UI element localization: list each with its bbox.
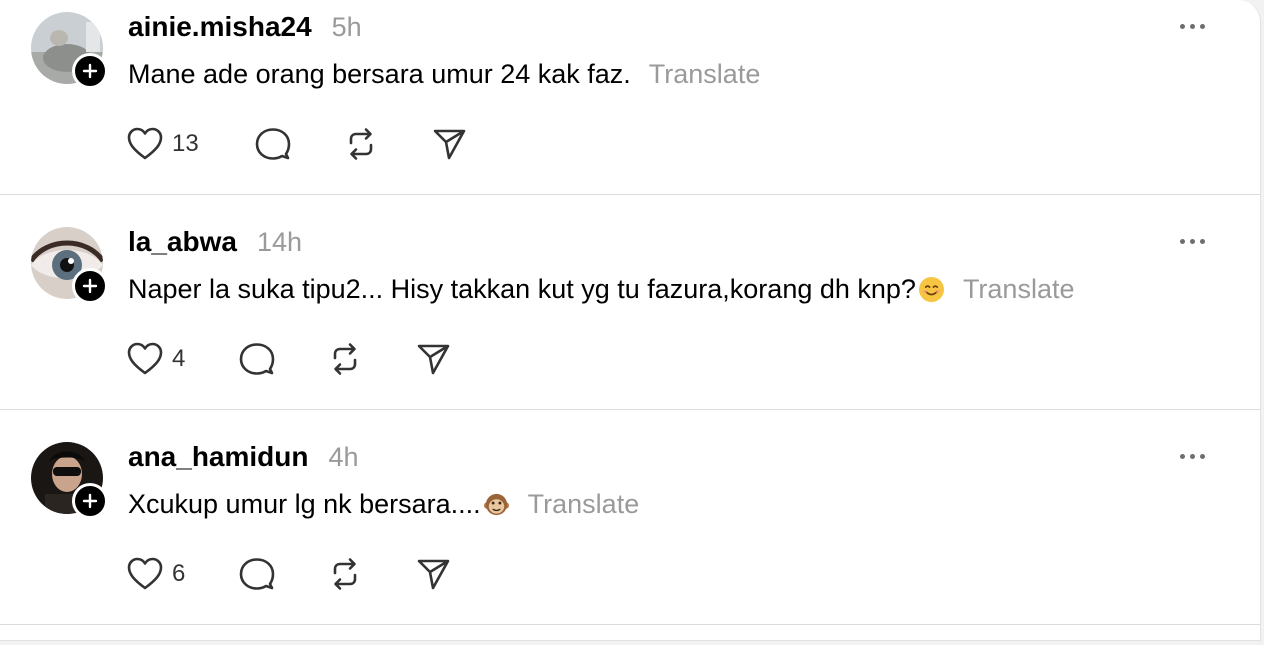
post-text: Xcukup umur lg nk bersara.... Translate (128, 485, 639, 523)
post-header: la_abwa 14h (128, 225, 302, 259)
repost-icon (333, 558, 357, 590)
repost-icon (333, 343, 357, 375)
post-header: ana_hamidun 4h (128, 440, 359, 474)
post-text: Mane ade orang bersara umur 24 kak faz. … (128, 55, 760, 93)
more-dots-icon[interactable] (1178, 235, 1208, 247)
more-dots-icon[interactable] (1178, 450, 1208, 462)
post-body: Xcukup umur lg nk bersara.... (128, 488, 481, 519)
divider (0, 194, 1261, 195)
reply-button[interactable] (238, 554, 276, 594)
translate-link[interactable]: Translate (963, 274, 1075, 305)
reply-post: ana_hamidun 4h Xcukup umur lg nk bersara… (0, 430, 1261, 645)
share-button[interactable] (414, 554, 452, 594)
share-button[interactable] (430, 124, 468, 164)
like-button[interactable]: 4 (126, 339, 185, 379)
post-header: ainie.misha24 5h (128, 10, 362, 44)
translate-link[interactable]: Translate (649, 59, 761, 90)
heart-icon (127, 557, 163, 590)
post-body: Mane ade orang bersara umur 24 kak faz. (128, 58, 631, 89)
send-icon (417, 559, 450, 590)
heart-icon (127, 342, 163, 375)
username[interactable]: ana_hamidun (128, 441, 308, 473)
like-button[interactable]: 6 (126, 554, 185, 594)
post-text: Naper la suka tipu2... Hisy takkan kut y… (128, 270, 1074, 308)
timestamp[interactable]: 14h (257, 227, 302, 258)
like-count: 6 (172, 560, 186, 587)
timestamp[interactable]: 4h (328, 442, 358, 473)
repost-button[interactable] (326, 554, 364, 594)
repost-icon (349, 128, 373, 160)
smiling-face-emoji (918, 276, 944, 302)
follow-plus-icon[interactable] (72, 268, 108, 304)
repost-button[interactable] (342, 124, 380, 164)
follow-plus-icon[interactable] (72, 53, 108, 89)
divider (0, 624, 1261, 625)
reply-post: la_abwa 14h Naper la suka tipu2... Hisy … (0, 215, 1261, 430)
divider (0, 409, 1261, 410)
reply-button[interactable] (254, 124, 292, 164)
post-body: Naper la suka tipu2... Hisy takkan kut y… (128, 273, 916, 304)
monkey-face-emoji (483, 493, 509, 515)
reply-button[interactable] (238, 339, 276, 379)
follow-plus-icon[interactable] (72, 483, 108, 519)
username[interactable]: ainie.misha24 (128, 11, 312, 43)
repost-button[interactable] (326, 339, 364, 379)
like-count: 13 (172, 130, 199, 157)
send-icon (433, 129, 466, 160)
translate-link[interactable]: Translate (528, 489, 640, 520)
comment-bubble-icon (255, 128, 291, 160)
username[interactable]: la_abwa (128, 226, 237, 258)
heart-icon (127, 127, 163, 160)
share-button[interactable] (414, 339, 452, 379)
like-count: 4 (172, 345, 186, 372)
timestamp[interactable]: 5h (332, 12, 362, 43)
reply-post: ainie.misha24 5h Mane ade orang bersara … (0, 0, 1261, 215)
comment-bubble-icon (239, 343, 275, 375)
more-dots-icon[interactable] (1178, 20, 1208, 32)
comment-bubble-icon (239, 558, 275, 590)
send-icon (417, 344, 450, 375)
like-button[interactable]: 13 (126, 124, 199, 164)
replies-panel: ainie.misha24 5h Mane ade orang bersara … (0, 0, 1261, 641)
